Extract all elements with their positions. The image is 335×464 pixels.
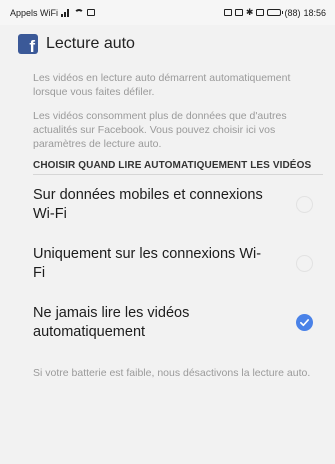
notification-icon [87, 9, 96, 16]
status-right: ✱ (88) 18:56 [223, 7, 326, 18]
alarm-icon [256, 9, 265, 16]
carrier-label: Appels WiFi [10, 7, 59, 18]
battery-level: (88) [284, 7, 301, 18]
signal-icon [61, 8, 71, 17]
wifi-icon [74, 8, 85, 17]
info-paragraph-2: Les vidéos consomment plus de données qu… [33, 110, 287, 150]
option-wifi-only[interactable]: Uniquement sur les connexions Wi-Fi [33, 234, 313, 293]
radio-button-unchecked[interactable] [296, 255, 313, 272]
option-mobile-and-wifi[interactable]: Sur données mobiles et connexions Wi-Fi [33, 175, 313, 234]
app-bar: f Lecture auto [0, 25, 335, 63]
info-section: Les vidéos en lecture auto démarrent aut… [0, 63, 335, 172]
vibrate-icon [234, 9, 243, 16]
radio-button-unchecked[interactable] [296, 196, 313, 213]
clock: 18:56 [303, 7, 326, 18]
battery-icon [267, 9, 284, 16]
facebook-logo-icon: f [18, 34, 38, 56]
autoplay-options: Sur données mobiles et connexions Wi-Fi … [0, 175, 335, 352]
nfc-icon [223, 9, 232, 16]
status-left: Appels WiFi [10, 7, 96, 18]
option-label: Sur données mobiles et connexions Wi-Fi [33, 186, 263, 222]
option-label: Uniquement sur les connexions Wi-Fi [33, 245, 262, 281]
checkmark-icon [300, 319, 309, 327]
option-label: Ne jamais lire les vidéos automatiquemen… [33, 304, 190, 340]
status-bar: Appels WiFi ✱ (88) 18:56 [0, 0, 335, 25]
radio-button-checked[interactable] [296, 314, 313, 331]
page-title: Lecture auto [46, 35, 135, 52]
bluetooth-icon: ✱ [245, 7, 254, 17]
facebook-logo-letter: f [29, 37, 35, 56]
option-never[interactable]: Ne jamais lire les vidéos automatiquemen… [33, 293, 313, 352]
info-paragraph-1: Les vidéos en lecture auto démarrent aut… [33, 72, 291, 98]
section-header: CHOISIR QUAND LIRE AUTOMATIQUEMENT LES V… [33, 160, 312, 171]
battery-note: Si votre batterie est faible, nous désac… [33, 367, 311, 379]
